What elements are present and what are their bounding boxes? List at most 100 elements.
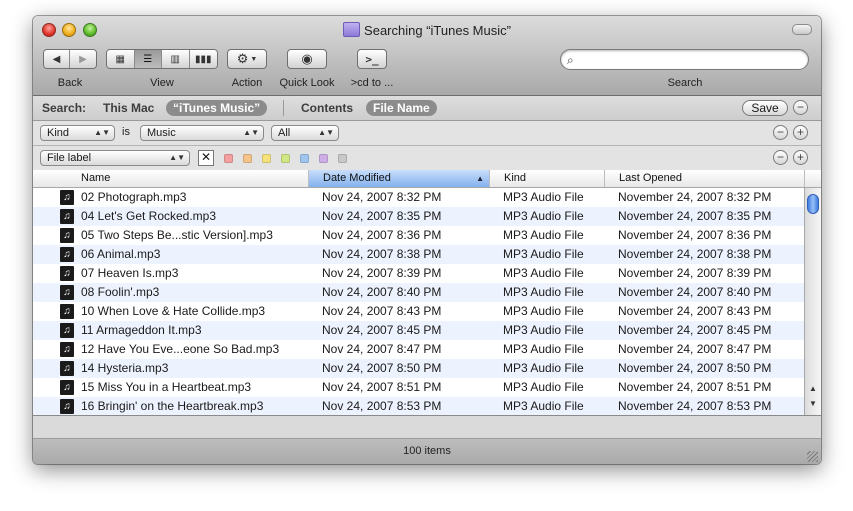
label-color-swatch[interactable] <box>281 154 290 163</box>
back-label: Back <box>57 77 83 89</box>
file-row[interactable]: ♫ 02 Photograph.mp3 Nov 24, 2007 8:32 PM MP… <box>33 188 804 207</box>
action-label: Action <box>231 77 263 89</box>
music-file-icon: ♫ <box>60 247 74 262</box>
toolbar: Searching “iTunes Music” ◀ ▶ Back ▦ ☰ ▥ … <box>33 16 821 96</box>
column-date-modified[interactable]: Date Modified ▲ <box>309 170 490 187</box>
search-scope-label: Search: <box>42 101 87 115</box>
forward-button[interactable]: ▶ <box>70 50 96 68</box>
scroll-down-arrow-icon[interactable]: ▼ <box>805 399 821 408</box>
action-button[interactable]: ⚙ ▼ <box>227 49 267 69</box>
view-coverflow-button[interactable]: ▮▮▮ <box>189 50 217 68</box>
file-name: 07 Heaven Is.mp3 <box>81 266 179 280</box>
clear-label-button[interactable]: ✕ <box>198 150 214 166</box>
save-search-button[interactable]: Save <box>742 100 788 116</box>
file-kind: MP3 Audio File <box>503 399 584 413</box>
minus-icon: − <box>796 100 804 114</box>
label-color-swatch[interactable] <box>300 154 309 163</box>
file-last-opened: November 24, 2007 8:32 PM <box>618 190 772 204</box>
file-row[interactable]: ♫ 08 Foolin'.mp3 Nov 24, 2007 8:40 PM MP3 A… <box>33 283 804 302</box>
window-title: Searching “iTunes Music” <box>33 22 821 38</box>
cd-to-button[interactable]: >_ <box>357 49 387 69</box>
file-name: 02 Photograph.mp3 <box>81 190 187 204</box>
scope-file-name[interactable]: File Name <box>366 100 437 116</box>
remove-scope-button[interactable]: − <box>793 100 808 115</box>
file-name: 15 Miss You in a Heartbeat.mp3 <box>81 380 252 394</box>
quick-look-button[interactable]: ◉ <box>287 49 327 69</box>
label-color-swatch[interactable] <box>224 154 233 163</box>
vertical-scrollbar[interactable]: ▲ ▼ <box>804 188 821 415</box>
scope-itunes-music[interactable]: “iTunes Music” <box>166 100 268 116</box>
file-kind: MP3 Audio File <box>503 190 584 204</box>
criteria-value-popup[interactable]: Music ▲▼ <box>140 125 264 141</box>
search-field[interactable]: ⌕ <box>560 49 809 70</box>
search-input[interactable] <box>583 52 807 69</box>
file-name: 11 Armageddon It.mp3 <box>81 323 202 337</box>
remove-criteria-button[interactable]: − <box>773 150 788 165</box>
column-last-opened[interactable]: Last Opened <box>605 170 805 187</box>
file-date-modified: Nov 24, 2007 8:51 PM <box>322 380 442 394</box>
minus-icon: − <box>776 125 784 139</box>
file-row[interactable]: ♫ 12 Have You Eve...eone So Bad.mp3 Nov 24… <box>33 340 804 359</box>
icon-view-icon: ▦ <box>115 53 125 65</box>
add-criteria-button[interactable]: + <box>793 150 808 165</box>
criteria-attribute-popup[interactable]: File label ▲▼ <box>40 150 190 166</box>
file-kind: MP3 Audio File <box>503 323 584 337</box>
file-kind: MP3 Audio File <box>503 304 584 318</box>
scrollbar-thumb[interactable] <box>807 194 819 214</box>
file-date-modified: Nov 24, 2007 8:53 PM <box>322 399 442 413</box>
terminal-icon: >_ <box>365 52 379 66</box>
back-button[interactable]: ◀ <box>44 50 71 68</box>
label-color-swatch[interactable] <box>319 154 328 163</box>
file-row[interactable]: ♫ 10 When Love & Hate Collide.mp3 Nov 24, … <box>33 302 804 321</box>
add-criteria-button[interactable]: + <box>793 125 808 140</box>
music-file-icon: ♫ <box>60 304 74 319</box>
file-row[interactable]: ♫ 04 Let's Get Rocked.mp3 Nov 24, 2007 8:3… <box>33 207 804 226</box>
search-icon: ⌕ <box>567 53 574 67</box>
file-kind: MP3 Audio File <box>503 228 584 242</box>
scope-divider <box>283 100 284 116</box>
column-header: Name Date Modified ▲ Kind Last Opened <box>33 170 821 188</box>
criteria-extra-popup[interactable]: All ▲▼ <box>271 125 339 141</box>
file-row[interactable]: ♫ 15 Miss You in a Heartbeat.mp3 Nov 24, 2… <box>33 378 804 397</box>
file-row[interactable]: ♫ 05 Two Steps Be...stic Version].mp3 Nov … <box>33 226 804 245</box>
label-color-swatch[interactable] <box>243 154 252 163</box>
file-last-opened: November 24, 2007 8:51 PM <box>618 380 772 394</box>
scope-contents[interactable]: Contents <box>301 101 353 115</box>
item-count: 100 items <box>403 445 451 457</box>
resize-grip-icon[interactable] <box>807 451 818 462</box>
chevron-down-icon: ▼ <box>250 55 258 63</box>
popup-arrows-icon: ▲▼ <box>243 128 259 137</box>
label-color-swatch[interactable] <box>338 154 347 163</box>
criteria-row-kind: Kind ▲▼ is Music ▲▼ All ▲▼ − + <box>33 121 821 146</box>
back-arrow-icon: ◀ <box>52 53 61 65</box>
minus-icon: − <box>776 150 784 164</box>
plus-icon: + <box>796 150 804 164</box>
toolbar-toggle-button[interactable] <box>792 24 812 35</box>
scope-this-mac[interactable]: This Mac <box>103 101 154 115</box>
file-kind: MP3 Audio File <box>503 209 584 223</box>
view-list-button[interactable]: ☰ <box>134 50 162 68</box>
file-row[interactable]: ♫ 11 Armageddon It.mp3 Nov 24, 2007 8:45 P… <box>33 321 804 340</box>
label-color-swatch[interactable] <box>262 154 271 163</box>
file-last-opened: November 24, 2007 8:39 PM <box>618 266 772 280</box>
file-row[interactable]: ♫ 07 Heaven Is.mp3 Nov 24, 2007 8:39 PM MP3… <box>33 264 804 283</box>
file-row[interactable]: ♫ 16 Bringin' on the Heartbreak.mp3 Nov 24… <box>33 397 804 415</box>
music-file-icon: ♫ <box>60 361 74 376</box>
view-column-button[interactable]: ▥ <box>162 50 190 68</box>
column-kind[interactable]: Kind <box>490 170 605 187</box>
status-bar: 100 items <box>33 415 821 464</box>
file-last-opened: November 24, 2007 8:38 PM <box>618 247 772 261</box>
gear-icon: ⚙ <box>236 51 249 66</box>
search-scope-bar: Search: This Mac “iTunes Music” Contents… <box>33 96 821 121</box>
file-last-opened: November 24, 2007 8:47 PM <box>618 342 772 356</box>
popup-arrows-icon: ▲▼ <box>318 128 334 137</box>
view-icon-button[interactable]: ▦ <box>107 50 135 68</box>
file-row[interactable]: ♫ 14 Hysteria.mp3 Nov 24, 2007 8:50 PM MP3 … <box>33 359 804 378</box>
scroll-up-arrow-icon[interactable]: ▲ <box>805 384 821 393</box>
criteria-attribute-popup[interactable]: Kind ▲▼ <box>40 125 115 141</box>
file-name: 16 Bringin' on the Heartbreak.mp3 <box>81 399 264 413</box>
remove-criteria-button[interactable]: − <box>773 125 788 140</box>
file-row[interactable]: ♫ 06 Animal.mp3 Nov 24, 2007 8:38 PM MP3 Au… <box>33 245 804 264</box>
file-name: 10 When Love & Hate Collide.mp3 <box>81 304 266 318</box>
column-name[interactable]: Name <box>33 170 309 187</box>
